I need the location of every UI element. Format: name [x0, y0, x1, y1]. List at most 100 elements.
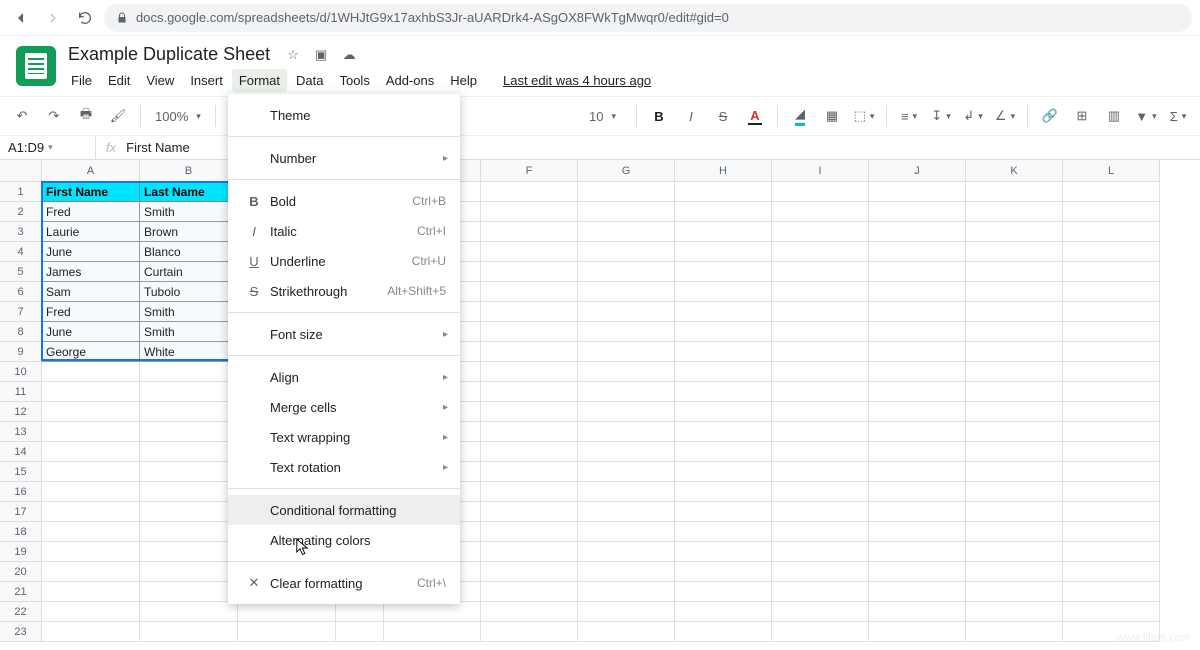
cell[interactable] — [481, 362, 578, 382]
cell[interactable] — [578, 362, 675, 382]
cell[interactable] — [1063, 382, 1160, 402]
cell[interactable] — [869, 282, 966, 302]
cell[interactable] — [481, 202, 578, 222]
menu-item-align[interactable]: Align — [228, 362, 460, 392]
cell[interactable] — [966, 322, 1063, 342]
cell[interactable] — [966, 402, 1063, 422]
cell[interactable] — [140, 442, 238, 462]
chart-button[interactable]: ▥ — [1100, 102, 1128, 130]
menu-item-font-size[interactable]: Font size — [228, 319, 460, 349]
cell[interactable] — [42, 402, 140, 422]
cell[interactable] — [675, 502, 772, 522]
cell[interactable] — [966, 422, 1063, 442]
cell[interactable] — [140, 602, 238, 622]
functions-button[interactable]: Σ — [1164, 102, 1192, 130]
move-icon[interactable]: ▣ — [312, 46, 330, 64]
cell[interactable] — [869, 502, 966, 522]
cell[interactable] — [140, 482, 238, 502]
column-header[interactable]: H — [675, 160, 772, 182]
cell[interactable] — [42, 542, 140, 562]
row-header[interactable]: 3 — [0, 222, 42, 242]
row-header[interactable]: 10 — [0, 362, 42, 382]
menu-item-merge[interactable]: Merge cells — [228, 392, 460, 422]
cell[interactable] — [772, 302, 869, 322]
cell[interactable]: Blanco — [140, 242, 238, 262]
cell[interactable] — [772, 522, 869, 542]
menu-item-italic[interactable]: IItalicCtrl+I — [228, 216, 460, 246]
cell[interactable] — [772, 402, 869, 422]
cell[interactable] — [675, 622, 772, 642]
cell[interactable] — [966, 362, 1063, 382]
cell[interactable] — [869, 602, 966, 622]
cell[interactable] — [966, 622, 1063, 642]
name-box[interactable]: A1:D9 ▾ — [0, 136, 96, 159]
select-all-corner[interactable] — [0, 160, 42, 182]
cell[interactable] — [772, 542, 869, 562]
cell[interactable] — [578, 482, 675, 502]
filter-button[interactable]: ▼ — [1132, 102, 1160, 130]
cell[interactable] — [42, 382, 140, 402]
cell[interactable] — [481, 602, 578, 622]
cell[interactable] — [578, 182, 675, 202]
cell[interactable] — [869, 622, 966, 642]
cell[interactable] — [578, 322, 675, 342]
cell[interactable] — [42, 582, 140, 602]
cell[interactable] — [675, 482, 772, 502]
forward-button[interactable] — [40, 5, 66, 31]
cell[interactable] — [481, 422, 578, 442]
cell[interactable] — [384, 622, 481, 642]
cell[interactable] — [1063, 202, 1160, 222]
cell[interactable] — [336, 622, 384, 642]
cell[interactable]: First Name — [42, 182, 140, 202]
cell[interactable] — [675, 422, 772, 442]
cell[interactable] — [578, 342, 675, 362]
cell[interactable] — [238, 602, 336, 622]
cell[interactable] — [481, 582, 578, 602]
column-header[interactable]: A — [42, 160, 140, 182]
cell[interactable] — [42, 522, 140, 542]
cell[interactable] — [578, 422, 675, 442]
cell[interactable] — [578, 302, 675, 322]
column-header[interactable]: B — [140, 160, 238, 182]
cell[interactable] — [966, 502, 1063, 522]
paint-format-button[interactable]: 🖌 — [104, 102, 132, 130]
cell[interactable] — [42, 362, 140, 382]
cell[interactable] — [675, 602, 772, 622]
row-header[interactable]: 19 — [0, 542, 42, 562]
row-header[interactable]: 21 — [0, 582, 42, 602]
wrap-button[interactable]: ↲ — [959, 102, 987, 130]
cell[interactable] — [578, 382, 675, 402]
menu-edit[interactable]: Edit — [101, 69, 137, 92]
cell[interactable] — [1063, 222, 1160, 242]
cell[interactable] — [1063, 562, 1160, 582]
row-header[interactable]: 16 — [0, 482, 42, 502]
cell[interactable] — [772, 482, 869, 502]
cell[interactable] — [481, 222, 578, 242]
menu-item-wrap[interactable]: Text wrapping — [228, 422, 460, 452]
cell[interactable]: George — [42, 342, 140, 362]
cell[interactable] — [1063, 322, 1160, 342]
cell[interactable] — [772, 382, 869, 402]
cell[interactable]: Curtain — [140, 262, 238, 282]
cell[interactable] — [675, 242, 772, 262]
cell[interactable] — [140, 562, 238, 582]
redo-button[interactable]: ↷ — [40, 102, 68, 130]
cell[interactable] — [140, 582, 238, 602]
cell[interactable] — [140, 522, 238, 542]
cell[interactable] — [675, 402, 772, 422]
cell[interactable] — [869, 562, 966, 582]
cell[interactable] — [675, 462, 772, 482]
spreadsheet-grid[interactable]: ABCDEFGHIJKL 123456789101112131415161718… — [0, 160, 1200, 650]
cell[interactable] — [42, 442, 140, 462]
cell[interactable] — [481, 282, 578, 302]
cell[interactable] — [675, 222, 772, 242]
cell[interactable] — [1063, 262, 1160, 282]
row-header[interactable]: 22 — [0, 602, 42, 622]
cell[interactable] — [772, 242, 869, 262]
row-header[interactable]: 18 — [0, 522, 42, 542]
cell[interactable] — [675, 542, 772, 562]
cell[interactable] — [140, 462, 238, 482]
cell[interactable] — [772, 282, 869, 302]
cell[interactable] — [42, 502, 140, 522]
cell[interactable] — [675, 262, 772, 282]
